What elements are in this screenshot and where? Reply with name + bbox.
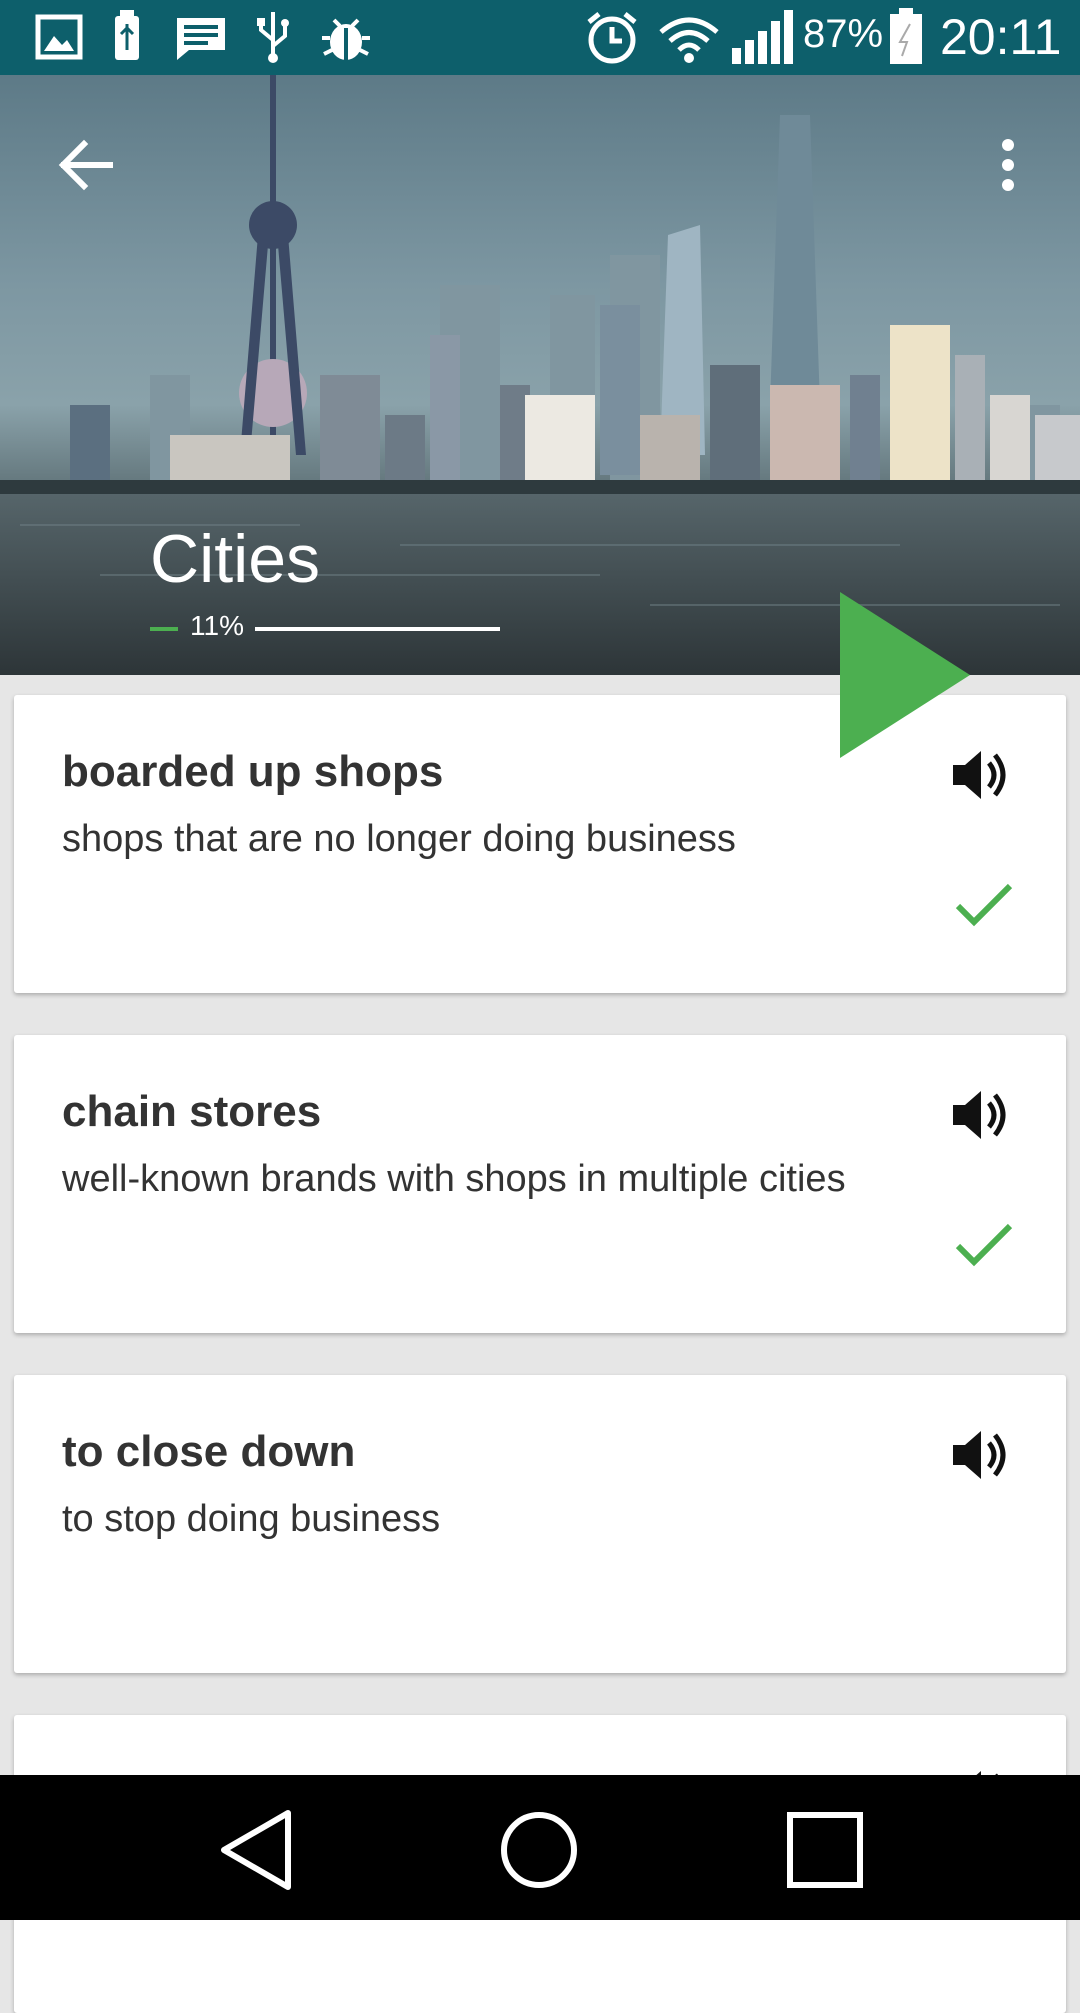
more-options-icon[interactable] <box>980 130 1040 200</box>
wifi-icon <box>659 17 719 63</box>
usb-icon <box>257 12 289 63</box>
clock: 20:11 <box>940 9 1062 65</box>
alarm-icon <box>587 12 637 64</box>
message-icon <box>177 18 225 60</box>
navigation-bar <box>0 1775 1080 1920</box>
term-text: chain stores <box>62 1087 322 1136</box>
back-arrow-icon[interactable] <box>50 130 120 200</box>
recent-apps-square-icon[interactable] <box>780 1805 870 1895</box>
progress-fill <box>150 627 178 631</box>
progress-bar: 11% <box>150 610 520 650</box>
signal-icon <box>732 10 793 64</box>
status-bar: 87% 20:11 <box>0 0 1080 75</box>
list-item[interactable]: chain stores well-known brands with shop… <box>14 1035 1066 1333</box>
checkmark-icon <box>955 883 1013 927</box>
progress-percent: 11% <box>190 610 244 641</box>
speaker-icon[interactable] <box>949 1425 1011 1485</box>
term-text: to close down <box>62 1427 356 1476</box>
speaker-icon[interactable] <box>949 1085 1011 1145</box>
play-icon[interactable] <box>838 590 973 760</box>
home-circle-icon[interactable] <box>494 1805 584 1895</box>
definition-text: shops that are no longer doing business <box>62 818 736 860</box>
checkmark-icon <box>955 1223 1013 1267</box>
bug-icon <box>322 18 370 60</box>
list-item[interactable]: to close down to stop doing business <box>14 1375 1066 1673</box>
usb-storage-icon <box>115 10 139 60</box>
battery-percent: 87% <box>803 12 884 56</box>
term-text: boarded up shops <box>62 747 444 796</box>
definition-text: to stop doing business <box>62 1498 441 1540</box>
progress-track <box>255 627 500 631</box>
category-header: Cities 11% <box>0 75 1080 675</box>
definition-text: well-known brands with shops in multiple… <box>62 1158 846 1200</box>
back-triangle-icon[interactable] <box>212 1805 302 1895</box>
battery-icon <box>890 8 922 64</box>
image-icon <box>35 14 83 60</box>
category-title: Cities <box>150 521 321 597</box>
